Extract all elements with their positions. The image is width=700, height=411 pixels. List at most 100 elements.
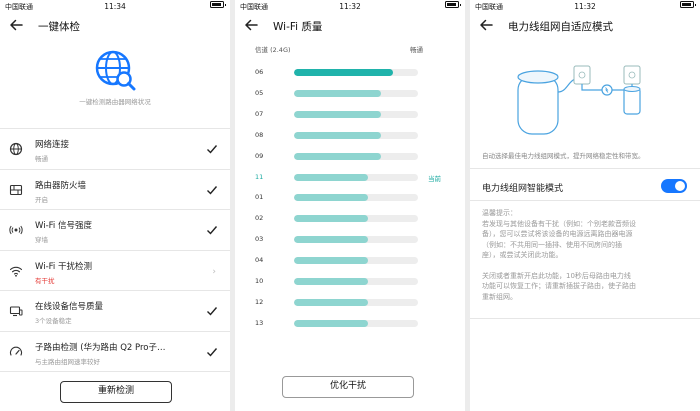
channel-number: 02 bbox=[255, 214, 264, 223]
nav-bar: 电力线组网自适应模式 bbox=[470, 14, 700, 38]
status-header-label: 畅通 bbox=[410, 46, 423, 54]
channel-number: 09 bbox=[255, 151, 264, 160]
optimize-interference-button[interactable]: 优化干扰 bbox=[282, 376, 414, 398]
check-list: 网络连接 畅通 路由器防火墙 开启 Wi-Fi 信号强度 穿墙 Wi-Fi 干扰… bbox=[0, 128, 230, 372]
channel-quality-bar bbox=[294, 298, 369, 306]
nav-bar: Wi-Fi 质量 bbox=[235, 14, 465, 38]
recheck-button[interactable]: 重新检测 bbox=[60, 381, 172, 403]
screen-wifi-quality: 中国联通 11:32 Wi-Fi 质量 信道 (2.4G) 畅通 06 05 07 0… bbox=[235, 0, 465, 411]
current-channel-tag: 当前 bbox=[428, 174, 441, 183]
check-item-title: Wi-Fi 信号强度 bbox=[35, 221, 92, 231]
status-icons bbox=[445, 1, 461, 8]
channel-row: 08 bbox=[235, 125, 465, 146]
channel-quality-track bbox=[294, 319, 418, 327]
check-item-title: 子路由检测 (华为路由 Q2 Pro子… bbox=[35, 342, 166, 353]
channel-row: 11 当前 bbox=[235, 167, 465, 188]
status-bar: 中国联通 11:32 bbox=[470, 0, 700, 13]
check-item-status: 与主路由组网速率较好 bbox=[35, 357, 100, 366]
channel-quality-bar bbox=[294, 131, 381, 139]
globe-icon bbox=[9, 142, 23, 156]
channel-number: 07 bbox=[255, 109, 264, 118]
check-item-title: Wi-Fi 干扰检测 bbox=[35, 261, 92, 272]
tips-line: （例如：不共用同一插排、使用不同房间的插 bbox=[482, 240, 622, 249]
battery-icon bbox=[210, 1, 226, 8]
channel-number: 08 bbox=[255, 130, 264, 139]
channel-quality-bar bbox=[294, 215, 369, 223]
channel-row: 12 bbox=[235, 292, 465, 313]
channel-number: 11 bbox=[255, 172, 264, 181]
wifi-icon bbox=[9, 266, 23, 277]
page-title: 一键体检 bbox=[38, 21, 80, 33]
status-icons bbox=[210, 1, 226, 8]
divider bbox=[470, 168, 700, 169]
hero-description: 一键检测路由器网络状况 bbox=[79, 98, 151, 106]
screen-health-check: 中国联通 11:34 一键体检 一键检测路由器网络状况 网络连接 畅通 路由器防… bbox=[0, 0, 230, 411]
check-icon bbox=[207, 145, 218, 154]
channel-number: 01 bbox=[255, 193, 264, 202]
check-item-title: 在线设备信号质量 bbox=[35, 302, 104, 312]
signal-strength-icon bbox=[9, 225, 23, 235]
channel-quality-track bbox=[294, 173, 418, 181]
channel-quality-bar bbox=[294, 110, 381, 118]
channel-quality-bar bbox=[294, 278, 369, 285]
check-icon bbox=[207, 347, 218, 357]
channel-number: 12 bbox=[255, 297, 264, 306]
nav-bar: 一键体检 bbox=[0, 14, 230, 38]
channel-quality-bar bbox=[294, 173, 369, 181]
back-arrow-icon[interactable] bbox=[243, 17, 259, 33]
plc-smart-mode-toggle[interactable] bbox=[661, 179, 687, 193]
clock: 11:32 bbox=[574, 2, 596, 11]
battery-icon bbox=[680, 1, 696, 8]
screen-plc-adaptive: 中国联通 11:32 电力线组网自适应模式 自动选择最佳电力线组网模式，提升网络… bbox=[470, 0, 700, 411]
check-item-status: 3个设备稳定 bbox=[35, 317, 72, 325]
clock: 11:34 bbox=[104, 2, 126, 11]
channel-quality-track bbox=[294, 89, 418, 97]
check-icon bbox=[207, 226, 218, 235]
battery-icon bbox=[445, 1, 461, 8]
speed-gauge-icon bbox=[9, 346, 23, 356]
check-icon bbox=[207, 185, 218, 195]
channel-quality-track bbox=[294, 69, 418, 76]
back-arrow-icon[interactable] bbox=[8, 17, 24, 33]
channel-row: 07 bbox=[235, 104, 465, 125]
tips-line: 关闭或者重新开启此功能，10秒后母路由电力线 bbox=[482, 271, 631, 280]
check-item-status: 畅通 bbox=[35, 155, 48, 163]
check-item-status: 有干扰 bbox=[35, 276, 55, 285]
channel-number: 06 bbox=[255, 68, 264, 76]
channel-row: 03 bbox=[235, 229, 465, 250]
channel-quality-track bbox=[294, 278, 418, 285]
channel-quality-track bbox=[294, 257, 418, 265]
channel-row: 04 bbox=[235, 250, 465, 271]
channel-number: 03 bbox=[255, 235, 264, 244]
channel-number: 10 bbox=[255, 277, 264, 285]
tips-line: 功能可以恢复工作；请重新插拔子路由，使子路由 bbox=[482, 282, 636, 290]
check-item-title: 路由器防火墙 bbox=[35, 180, 87, 191]
channel-row: 10 bbox=[235, 271, 465, 292]
check-item-signal[interactable]: Wi-Fi 信号强度 穿墙 bbox=[0, 210, 230, 251]
channel-number: 05 bbox=[255, 88, 264, 97]
status-bar: 中国联通 11:34 bbox=[0, 0, 230, 13]
status-icons bbox=[680, 1, 696, 8]
divider bbox=[470, 200, 700, 201]
channel-quality-bar bbox=[294, 152, 381, 160]
tips-line: 座），或尝试关闭此功能。 bbox=[482, 251, 563, 259]
channel-row: 09 bbox=[235, 146, 465, 167]
check-item-subrouter[interactable]: 子路由检测 (华为路由 Q2 Pro子… 与主路由组网速率较好 bbox=[0, 332, 230, 372]
channel-quality-track bbox=[294, 194, 418, 202]
tips-line: 若发现与其他设备有干扰（例如：个别老款音频设 bbox=[482, 219, 636, 228]
channel-row: 13 bbox=[235, 313, 465, 334]
channel-quality-track bbox=[294, 152, 418, 160]
channel-quality-bar bbox=[294, 319, 369, 327]
check-item-devices[interactable]: 在线设备信号质量 3个设备稳定 bbox=[0, 291, 230, 332]
status-bar: 中国联通 11:32 bbox=[235, 0, 465, 13]
back-arrow-icon[interactable] bbox=[478, 17, 494, 33]
channel-row: 05 bbox=[235, 83, 465, 104]
check-item-interference[interactable]: Wi-Fi 干扰检测 有干扰 › bbox=[0, 251, 230, 291]
page-title: Wi-Fi 质量 bbox=[273, 21, 323, 33]
check-item-status: 开启 bbox=[35, 195, 48, 204]
check-item-network[interactable]: 网络连接 畅通 bbox=[0, 129, 230, 170]
firewall-icon bbox=[9, 184, 23, 195]
check-item-firewall[interactable]: 路由器防火墙 开启 bbox=[0, 170, 230, 210]
plc-description: 自动选择最佳电力线组网模式，提升网络稳定性和带宽。 bbox=[482, 152, 645, 160]
page-title: 电力线组网自适应模式 bbox=[508, 21, 613, 33]
